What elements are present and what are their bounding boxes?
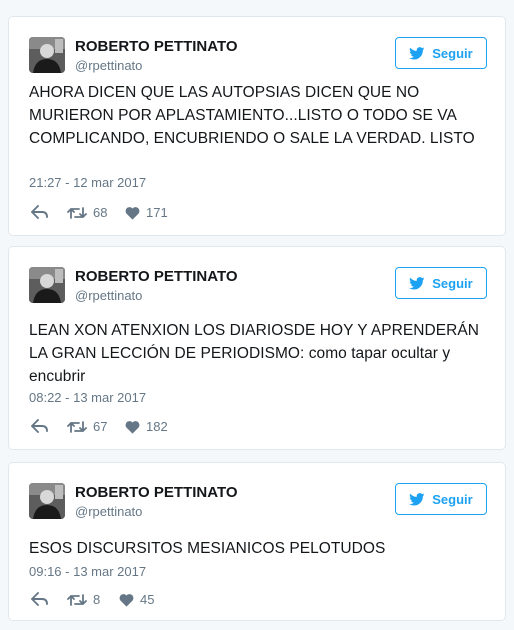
reply-button[interactable] bbox=[31, 419, 49, 433]
twitter-bird-icon bbox=[409, 46, 425, 59]
retweet-count: 68 bbox=[93, 205, 108, 220]
reply-icon bbox=[31, 592, 48, 606]
follow-button[interactable]: Seguir bbox=[395, 267, 487, 299]
like-button[interactable]: 182 bbox=[125, 419, 168, 434]
retweet-count: 8 bbox=[93, 592, 101, 607]
author-handle[interactable]: @rpettinato bbox=[75, 288, 142, 304]
retweet-button[interactable]: 67 bbox=[67, 419, 107, 434]
author-name[interactable]: ROBERTO PETTINATO bbox=[75, 37, 238, 57]
twitter-bird-icon bbox=[409, 276, 425, 289]
tweet-timestamp[interactable]: 08:22 - 13 mar 2017 bbox=[29, 390, 146, 406]
tweet-text: AHORA DICEN QUE LAS AUTOPSIAS DICEN QUE … bbox=[29, 84, 475, 147]
avatar[interactable] bbox=[29, 483, 65, 519]
retweet-icon bbox=[67, 206, 87, 219]
avatar[interactable] bbox=[29, 37, 65, 73]
tweet-timestamp[interactable]: 21:27 - 12 mar 2017 bbox=[29, 175, 146, 191]
like-count: 171 bbox=[146, 205, 168, 220]
follow-label: Seguir bbox=[432, 45, 473, 61]
retweet-button[interactable]: 68 bbox=[67, 205, 107, 220]
tweet-timestamp[interactable]: 09:16 - 13 mar 2017 bbox=[29, 564, 146, 580]
follow-label: Seguir bbox=[432, 275, 473, 291]
heart-icon bbox=[125, 206, 140, 220]
heart-icon bbox=[125, 420, 140, 434]
tweet-card: ROBERTO PETTINATO @rpettinato Seguir LEA… bbox=[8, 246, 506, 450]
follow-button[interactable]: Seguir bbox=[395, 37, 487, 69]
follow-button[interactable]: Seguir bbox=[395, 483, 487, 515]
tweet-card: ROBERTO PETTINATO @rpettinato Seguir ESO… bbox=[8, 462, 506, 621]
author-name[interactable]: ROBERTO PETTINATO bbox=[75, 483, 238, 503]
retweet-icon bbox=[67, 593, 87, 606]
like-count: 45 bbox=[140, 592, 155, 607]
reply-icon bbox=[31, 419, 48, 433]
reply-icon bbox=[31, 205, 48, 219]
author-name[interactable]: ROBERTO PETTINATO bbox=[75, 267, 238, 287]
like-count: 182 bbox=[146, 419, 168, 434]
like-button[interactable]: 171 bbox=[125, 205, 168, 220]
tweet-text: LEAN XON ATENXION LOS DIARIOSDE HOY Y AP… bbox=[29, 322, 480, 385]
retweet-button[interactable]: 8 bbox=[67, 592, 100, 607]
author-handle[interactable]: @rpettinato bbox=[75, 58, 142, 74]
twitter-bird-icon bbox=[409, 492, 425, 505]
retweet-count: 67 bbox=[93, 419, 108, 434]
follow-label: Seguir bbox=[432, 491, 473, 507]
retweet-icon bbox=[67, 420, 87, 433]
avatar[interactable] bbox=[29, 267, 65, 303]
reply-button[interactable] bbox=[31, 592, 49, 606]
tweet-text: ESOS DISCURSITOS MESIANICOS PELOTUDOS bbox=[29, 540, 386, 557]
heart-icon bbox=[119, 593, 134, 607]
like-button[interactable]: 45 bbox=[119, 592, 154, 607]
author-handle[interactable]: @rpettinato bbox=[75, 504, 142, 520]
tweet-card: ROBERTO PETTINATO @rpettinato Seguir AHO… bbox=[8, 16, 506, 236]
reply-button[interactable] bbox=[31, 205, 49, 219]
